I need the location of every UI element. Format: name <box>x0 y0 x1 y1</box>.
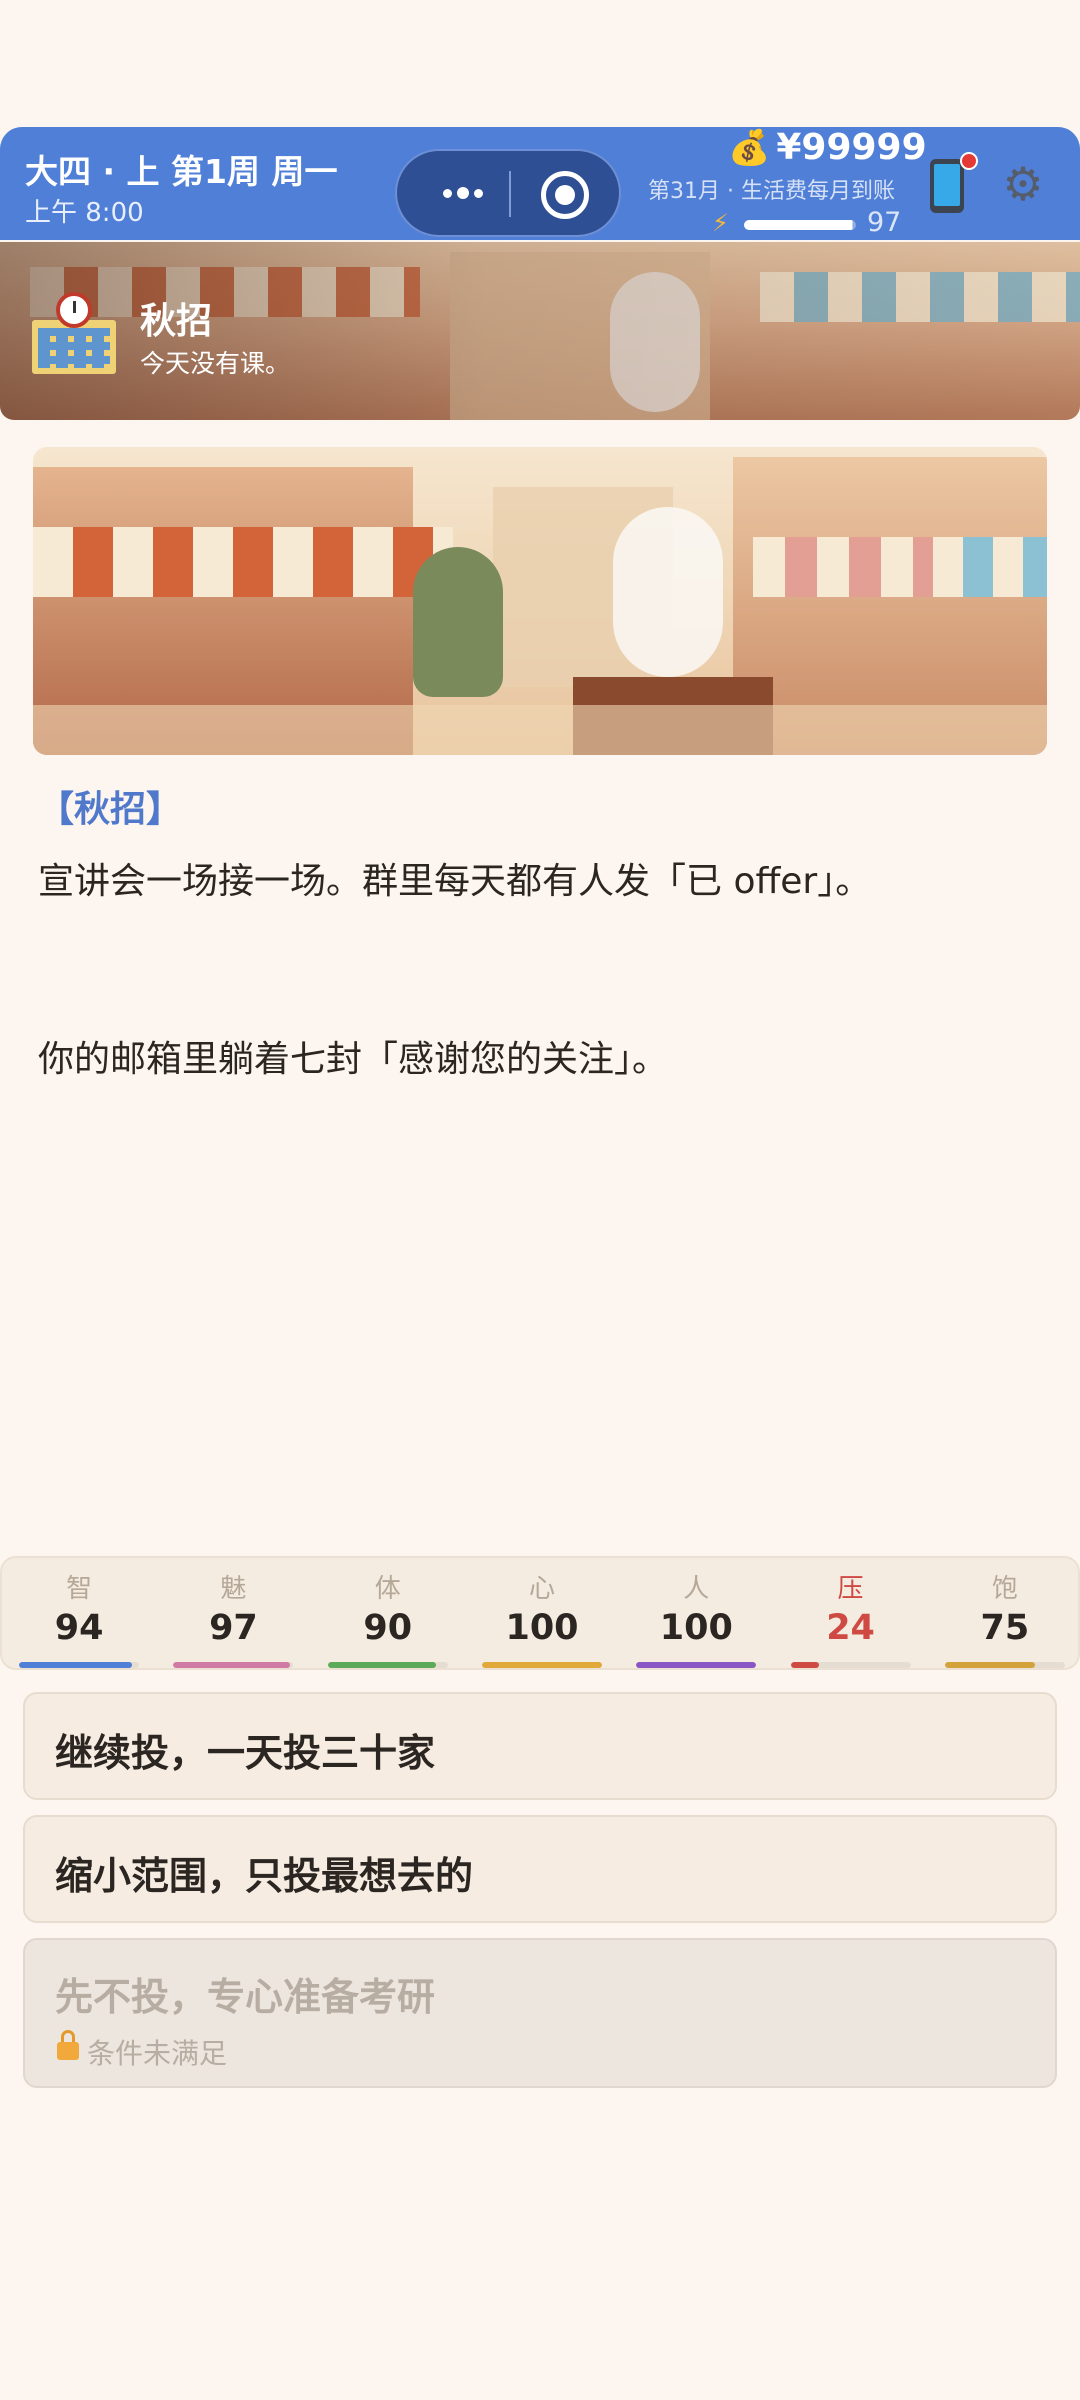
event-tag: 【秋招】 <box>38 789 183 830</box>
stat-bar <box>790 1662 911 1668</box>
money-value: ¥99999 <box>776 127 927 168</box>
lightning-icon: ⚡ <box>712 209 729 237</box>
mini-program-capsule <box>395 149 621 237</box>
stat-1: 魅 97 <box>173 1558 294 1668</box>
stat-bar <box>482 1662 602 1668</box>
story-line-2: 你的邮箱里躺着七封「感谢您的关注」。 <box>38 1039 669 1080</box>
story-line-1: 宣讲会一场接一场。群里每天都有人发「已 offer」。 <box>38 861 872 902</box>
date-title: 大四 · 上 第1周 周一 <box>25 152 338 191</box>
gear-icon[interactable]: ⚙ <box>1000 161 1046 207</box>
stat-bar-fill <box>636 1662 757 1668</box>
stat-2: 体 90 <box>327 1558 448 1668</box>
stat-label: 魅 <box>220 1574 247 1604</box>
stat-bar <box>173 1662 294 1668</box>
scene-illustration <box>33 447 1047 755</box>
notification-dot <box>960 152 978 170</box>
choice-label: 缩小范围，只投最想去的 <box>55 1854 474 1898</box>
stat-value: 100 <box>505 1608 579 1648</box>
stat-bar-fill <box>482 1662 602 1668</box>
top-status-bar: 大四 · 上 第1周 周一 上午 8:00 💰 ¥99999 第31月 · 生活费… <box>0 127 1080 240</box>
phone-icon[interactable] <box>930 152 978 213</box>
choice-label: 先不投，专心准备考研 <box>55 1975 436 2019</box>
stat-bar-fill <box>790 1662 820 1668</box>
stat-value: 24 <box>826 1608 875 1648</box>
stats-panel: 智 94 魅 97 体 90 心 100 人 100 压 24 饱 75 <box>0 1556 1080 1670</box>
stat-bar-fill <box>944 1662 1035 1668</box>
stat-value: 90 <box>363 1608 413 1648</box>
banner-title: 秋招 <box>140 301 213 342</box>
lock-icon <box>57 2030 79 2060</box>
stat-bar <box>327 1662 448 1668</box>
stat-label: 心 <box>528 1574 555 1604</box>
stat-label: 压 <box>837 1574 864 1604</box>
stat-label: 饱 <box>991 1574 1018 1604</box>
stat-value: 94 <box>54 1608 104 1648</box>
allowance-note: 第31月 · 生活费每月到账 <box>648 179 895 204</box>
choice-button-1[interactable]: 继续投，一天投三十家 <box>23 1692 1057 1800</box>
stat-label: 人 <box>683 1574 710 1604</box>
money-bag-icon: 💰 <box>728 128 771 168</box>
stat-5: 压 24 <box>790 1558 911 1668</box>
banner-subtitle: 今天没有课。 <box>140 349 291 378</box>
stat-value: 100 <box>659 1608 733 1648</box>
stat-bar <box>944 1662 1065 1668</box>
stat-bar-fill <box>19 1662 132 1668</box>
stat-4: 人 100 <box>636 1558 757 1668</box>
stat-6: 饱 75 <box>944 1558 1065 1668</box>
time-label: 上午 8:00 <box>25 198 144 228</box>
stat-label: 智 <box>66 1574 93 1604</box>
energy-value: 97 <box>867 207 902 238</box>
stat-bar-fill <box>173 1662 290 1668</box>
choice-button-2[interactable]: 缩小范围，只投最想去的 <box>23 1815 1057 1923</box>
stat-value: 75 <box>980 1608 1030 1648</box>
stat-bar-fill <box>327 1662 436 1668</box>
condition-note: 条件未满足 <box>87 2037 228 2070</box>
energy-bar <box>744 220 856 230</box>
capsule-divider <box>509 171 511 217</box>
more-dots-icon[interactable] <box>423 167 503 219</box>
stat-bar <box>19 1662 140 1668</box>
stat-0: 智 94 <box>19 1558 140 1668</box>
energy-meter: ⚡ 97 <box>712 207 902 238</box>
location-banner: 秋招 今天没有课。 <box>0 242 1080 420</box>
close-circle-icon[interactable] <box>541 171 589 219</box>
stat-label: 体 <box>374 1574 401 1604</box>
money-display: 💰 ¥99999 <box>728 127 927 168</box>
school-building-icon <box>32 292 116 374</box>
stat-value: 97 <box>209 1608 258 1648</box>
stat-bar <box>636 1662 757 1668</box>
stat-3: 心 100 <box>482 1558 602 1668</box>
choice-button-3-locked: 先不投，专心准备考研 条件未满足 <box>23 1938 1057 2088</box>
choice-label: 继续投，一天投三十家 <box>55 1731 436 1775</box>
